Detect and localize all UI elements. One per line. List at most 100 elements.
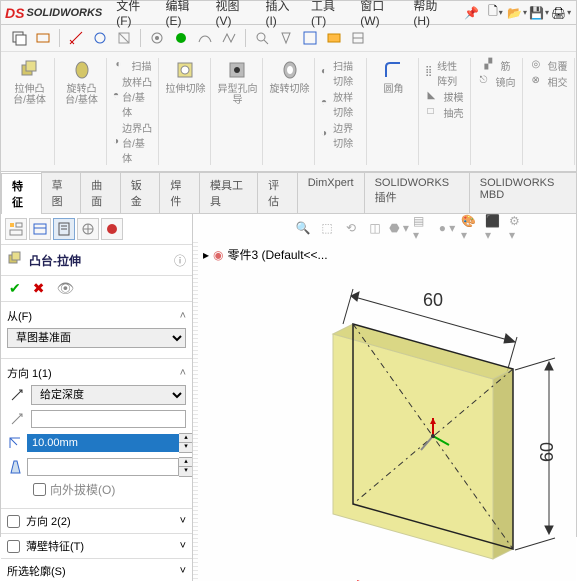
depth-spinner[interactable]: ▴▾	[179, 433, 193, 453]
pt-config[interactable]	[77, 218, 99, 240]
measure-icon[interactable]	[65, 27, 87, 49]
draft-icon[interactable]	[7, 457, 23, 477]
scene-icon[interactable]: ⬛ ▾	[485, 218, 505, 238]
section-dir1: 方向 1(1) ˄ 给定深度 ▴▾	[1, 359, 192, 509]
tab-mbd[interactable]: SOLIDWORKS MBD	[469, 172, 577, 213]
chev-dir1[interactable]: ˄	[180, 367, 186, 379]
mat-icon[interactable]	[113, 27, 135, 49]
tab-evaluate[interactable]: 评估	[257, 172, 298, 213]
draft-outward-check[interactable]	[33, 483, 46, 496]
rg-pattern[interactable]: ⣿线性阵列 ◣拔模 □抽壳	[421, 58, 471, 165]
menu-file[interactable]: 文件(F)	[116, 0, 153, 28]
search-icon[interactable]	[251, 27, 273, 49]
section-dir2[interactable]: 方向 2(2) ˅	[1, 509, 192, 534]
rg-revolve[interactable]: 旋转凸台/基体	[57, 58, 107, 165]
model-preview: 60	[263, 274, 573, 581]
motion-icon[interactable]	[146, 27, 168, 49]
dir1-label: 方向 1(1)	[7, 365, 52, 381]
section-contour[interactable]: 所选轮廓(S) ˅	[1, 559, 192, 581]
tab-mold[interactable]: 模具工具	[199, 172, 258, 213]
menu-window[interactable]: 窗口(W)	[360, 0, 401, 28]
hide-show-icon[interactable]: ● ▾	[437, 218, 457, 238]
appearance-icon[interactable]: 🎨 ▾	[461, 218, 481, 238]
rg-fillet[interactable]: 圆角	[369, 58, 419, 165]
v3[interactable]	[275, 27, 297, 49]
end-condition-select[interactable]: 给定深度	[31, 385, 186, 405]
chev-from[interactable]: ˄	[180, 310, 186, 322]
rg-cut-other[interactable]: ◐扫描切除 ◓放样切除 ◑边界切除	[317, 58, 367, 165]
cmd1[interactable]	[8, 27, 30, 49]
panel-tabs	[1, 214, 192, 245]
save-icon[interactable]: 💾▾	[530, 4, 548, 22]
pt-display[interactable]	[29, 218, 51, 240]
draft-spinner[interactable]: ▴▾	[179, 457, 193, 477]
tab-feature[interactable]: 特征	[1, 173, 42, 214]
open-icon[interactable]: 📂▾	[508, 4, 526, 22]
tab-weld[interactable]: 焊件	[159, 172, 200, 213]
pin-icon[interactable]: 📌	[464, 6, 479, 20]
rg-rib[interactable]: ▞筋 ⎋镜向	[473, 58, 523, 165]
v2[interactable]	[218, 27, 240, 49]
reverse-icon[interactable]	[7, 385, 27, 405]
rg-cut-extrude[interactable]: 拉伸切除	[161, 58, 211, 165]
help-icon[interactable]: ⓘ	[174, 252, 186, 269]
rg-extrude[interactable]: 拉伸凸台/基体	[5, 58, 55, 165]
dir2-check[interactable]	[7, 515, 20, 528]
zoom-fit-icon[interactable]: 🔍	[293, 218, 313, 238]
feature-title: 凸台-拉伸	[29, 252, 81, 269]
rg-sweep[interactable]: ◐扫描 ◓放样凸台/基体 ◑边界凸台/基体	[109, 58, 159, 165]
draft-input[interactable]	[27, 458, 179, 476]
property-panel: 凸台-拉伸 ⓘ ✔ ✖ 👁 从(F)˄ 草图基准面 方向 1(1)˄	[1, 214, 193, 581]
view-settings-icon[interactable]: ⚙ ▾	[509, 218, 529, 238]
print-icon[interactable]: 🖨▾	[552, 4, 570, 22]
pt-appearance[interactable]	[101, 218, 123, 240]
direction-input[interactable]	[31, 410, 186, 428]
section-thin[interactable]: 薄壁特征(T) ˅	[1, 534, 192, 559]
from-select[interactable]: 草图基准面	[7, 328, 186, 348]
graphics-viewport[interactable]: 🔍 ⬚ ⟲ ◫ ⬣ ▾ ▤ ▾ ● ▾ 🎨 ▾ ⬛ ▾ ⚙ ▾ ▸ ◉ 零件3 …	[193, 214, 576, 581]
contour-label: 所选轮廓(S)	[7, 563, 66, 579]
rg-cut-rev[interactable]: 旋转切除	[265, 58, 315, 165]
pt-feature-tree[interactable]	[5, 218, 27, 240]
menu-edit[interactable]: 编辑(E)	[166, 0, 204, 28]
menu-insert[interactable]: 插入(I)	[265, 0, 299, 28]
cmd2[interactable]	[32, 27, 54, 49]
v5[interactable]	[323, 27, 345, 49]
display-style-icon[interactable]: ▤ ▾	[413, 218, 433, 238]
prev-view-icon[interactable]: ⟲	[341, 218, 361, 238]
tab-dimxpert[interactable]: DimXpert	[297, 172, 365, 213]
new-icon[interactable]: 🗋▾	[487, 4, 504, 22]
expand-icon[interactable]: ▸	[203, 248, 209, 262]
menu-help[interactable]: 帮助(H)	[413, 0, 452, 28]
menu-view[interactable]: 视图(V)	[216, 0, 254, 28]
orient-icon[interactable]: ⬣ ▾	[389, 218, 409, 238]
tab-sheetmetal[interactable]: 钣金	[120, 172, 161, 213]
sketch-icon[interactable]	[194, 27, 216, 49]
cancel-icon[interactable]: ✖	[33, 280, 45, 297]
rg-wrap[interactable]: ◎包覆 ⊗相交	[525, 58, 575, 165]
tab-addins[interactable]: SOLIDWORKS 插件	[364, 172, 470, 213]
draft-outward-label: 向外拔模(O)	[50, 481, 115, 498]
menu-tools[interactable]: 工具(T)	[311, 0, 348, 28]
accept-icon[interactable]: ✔	[9, 280, 21, 297]
depth-input[interactable]	[27, 434, 179, 452]
dir2-label: 方向 2(2)	[26, 513, 71, 529]
mass-icon[interactable]	[89, 27, 111, 49]
thin-check[interactable]	[7, 540, 20, 553]
flyout-tree[interactable]: ▸ ◉ 零件3 (Default<<...	[203, 246, 328, 263]
thin-label: 薄壁特征(T)	[26, 538, 84, 554]
go-icon[interactable]	[170, 27, 192, 49]
rg-hole[interactable]: 异型孔向导	[213, 58, 263, 165]
heads-up-toolbar: 🔍 ⬚ ⟲ ◫ ⬣ ▾ ▤ ▾ ● ▾ 🎨 ▾ ⬛ ▾ ⚙ ▾	[293, 218, 529, 238]
pt-property[interactable]	[53, 218, 75, 240]
v4[interactable]	[299, 27, 321, 49]
tab-sketch[interactable]: 草图	[41, 172, 82, 213]
v6[interactable]	[347, 27, 369, 49]
section-icon[interactable]: ◫	[365, 218, 385, 238]
preview-icon[interactable]: 👁	[56, 280, 74, 297]
feature-actions: ✔ ✖ 👁	[1, 276, 192, 302]
tab-surface[interactable]: 曲面	[80, 172, 121, 213]
ribbon: 拉伸凸台/基体 旋转凸台/基体 ◐扫描 ◓放样凸台/基体 ◑边界凸台/基体 拉伸…	[1, 52, 576, 172]
zoom-area-icon[interactable]: ⬚	[317, 218, 337, 238]
feature-header: 凸台-拉伸 ⓘ	[1, 245, 192, 276]
